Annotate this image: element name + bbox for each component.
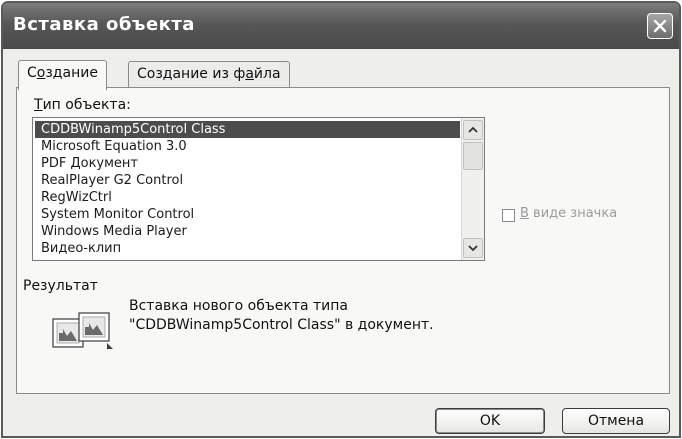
tab-create-from-file[interactable]: Создание из файла xyxy=(128,61,290,88)
scroll-down-button[interactable] xyxy=(463,238,483,258)
insert-object-icon xyxy=(52,312,113,349)
tab-create-label: Создание xyxy=(27,65,98,81)
insert-object-dialog: Вставка объекта Создание Создание из фай… xyxy=(1,1,681,438)
result-line-1: Вставка нового объекта типа xyxy=(129,298,349,314)
cancel-button[interactable]: Отмена xyxy=(562,408,670,434)
close-icon xyxy=(653,19,667,33)
ok-button[interactable]: OK xyxy=(435,408,545,434)
title-bar[interactable]: Вставка объекта xyxy=(3,3,679,49)
result-description: Вставка нового объекта типа "CDDBWinamp5… xyxy=(129,297,434,335)
list-item[interactable]: RegWizCtrl xyxy=(35,189,460,206)
result-line-2: "CDDBWinamp5Control Class" в документ. xyxy=(129,317,434,333)
list-item[interactable]: CDDBWinamp5Control Class xyxy=(35,121,460,138)
display-as-icon-label[interactable]: В виде значка xyxy=(520,206,617,221)
list-item[interactable]: Microsoft Equation 3.0 xyxy=(35,138,460,155)
tab-create[interactable]: Создание xyxy=(18,60,107,90)
display-as-icon-checkbox[interactable] xyxy=(502,209,515,222)
scroll-up-button[interactable] xyxy=(463,120,483,140)
window-title: Вставка объекта xyxy=(13,14,195,35)
list-item[interactable]: Видео-клип xyxy=(35,240,460,257)
object-type-label: Тип объекта: xyxy=(34,97,131,113)
list-item[interactable]: System Monitor Control xyxy=(35,206,460,223)
close-button[interactable] xyxy=(647,13,673,39)
list-scrollbar[interactable] xyxy=(461,118,484,260)
scroll-thumb[interactable] xyxy=(463,142,483,170)
list-item[interactable]: PDF Документ xyxy=(35,155,460,172)
chevron-down-icon xyxy=(468,245,478,252)
list-item[interactable]: RealPlayer G2 Control xyxy=(35,172,460,189)
tab-create-from-file-label: Создание из файла xyxy=(137,66,281,82)
list-item[interactable]: Windows Media Player xyxy=(35,223,460,240)
result-heading: Результат xyxy=(23,278,98,294)
chevron-up-icon xyxy=(468,126,478,133)
object-type-list[interactable]: CDDBWinamp5Control Class Microsoft Equat… xyxy=(32,117,485,261)
